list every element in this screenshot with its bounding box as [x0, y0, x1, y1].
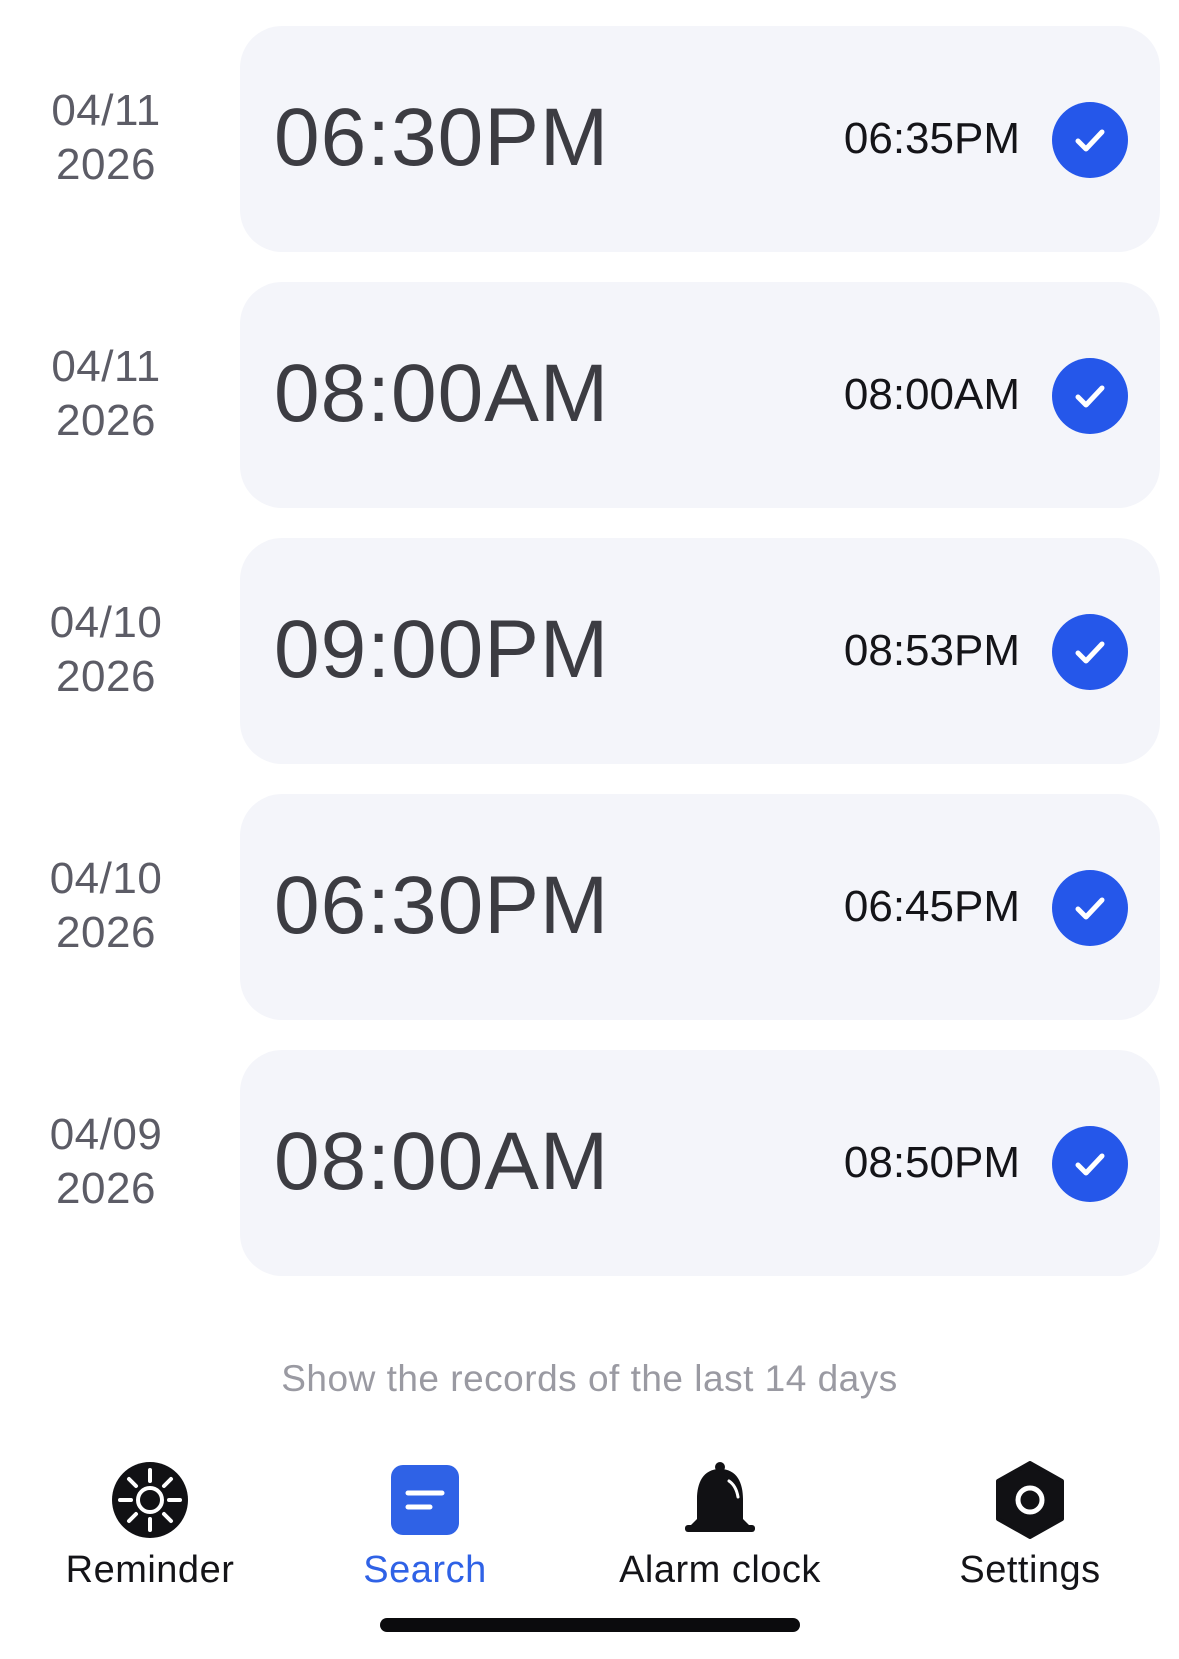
record-card[interactable]: 08:00AM 08:50PM	[240, 1050, 1160, 1276]
scheduled-time: 09:00PM	[274, 604, 610, 695]
tab-label: Settings	[959, 1549, 1101, 1591]
bell-icon	[680, 1460, 760, 1540]
check-icon	[1052, 102, 1128, 178]
record-day: 04/10	[49, 598, 163, 647]
scheduled-time: 08:00AM	[274, 348, 610, 439]
bottom-tab-bar: Reminder Search Alarm clock Settings	[0, 1460, 1179, 1610]
tab-label: Reminder	[65, 1549, 235, 1591]
sun-icon	[110, 1460, 190, 1540]
record-year: 2026	[56, 140, 156, 189]
search-list-icon	[385, 1460, 465, 1540]
record-year: 2026	[56, 908, 156, 957]
scheduled-time: 08:00AM	[274, 1116, 610, 1207]
record-day: 04/11	[51, 86, 161, 135]
tab-settings[interactable]: Settings	[900, 1460, 1160, 1610]
records-range-note: Show the records of the last 14 days	[281, 1358, 898, 1399]
scheduled-time: 06:30PM	[274, 92, 610, 183]
actual-time: 08:53PM	[843, 626, 1020, 675]
record-day: 04/10	[49, 854, 163, 903]
record-item: 04/11 2026 06:30PM 06:35PM	[0, 26, 1179, 252]
record-item: 04/10 2026 06:30PM 06:45PM	[0, 794, 1179, 1020]
record-year: 2026	[56, 652, 156, 701]
record-date: 04/09 2026	[20, 1108, 192, 1216]
record-item: 04/10 2026 09:00PM 08:53PM	[0, 538, 1179, 764]
scheduled-time: 06:30PM	[274, 860, 610, 951]
record-date: 04/10 2026	[20, 596, 192, 704]
tab-search[interactable]: Search	[295, 1460, 555, 1610]
record-date: 04/11 2026	[20, 340, 192, 448]
actual-time: 06:35PM	[843, 114, 1020, 163]
record-date: 04/11 2026	[20, 84, 192, 192]
home-indicator[interactable]	[380, 1618, 800, 1632]
actual-time: 06:45PM	[843, 882, 1020, 931]
tab-label: Search	[363, 1549, 487, 1591]
record-date: 04/10 2026	[20, 852, 192, 960]
actual-time: 08:50PM	[843, 1138, 1020, 1187]
hexagon-settings-icon	[990, 1460, 1070, 1540]
record-card[interactable]: 08:00AM 08:00AM	[240, 282, 1160, 508]
record-card[interactable]: 06:30PM 06:35PM	[240, 26, 1160, 252]
tab-alarm-clock[interactable]: Alarm clock	[590, 1460, 850, 1610]
record-year: 2026	[56, 1164, 156, 1213]
check-icon	[1052, 614, 1128, 690]
actual-time: 08:00AM	[843, 370, 1020, 419]
tab-label: Alarm clock	[619, 1549, 821, 1591]
record-day: 04/09	[49, 1110, 163, 1159]
check-icon	[1052, 358, 1128, 434]
record-day: 04/11	[51, 342, 161, 391]
check-icon	[1052, 870, 1128, 946]
tab-reminder[interactable]: Reminder	[20, 1460, 280, 1610]
record-item: 04/11 2026 08:00AM 08:00AM	[0, 282, 1179, 508]
record-item: 04/09 2026 08:00AM 08:50PM	[0, 1050, 1179, 1276]
check-icon	[1052, 1126, 1128, 1202]
record-card[interactable]: 06:30PM 06:45PM	[240, 794, 1160, 1020]
record-card[interactable]: 09:00PM 08:53PM	[240, 538, 1160, 764]
records-screen: 04/11 2026 06:30PM 06:35PM 04/11 2026 08…	[0, 0, 1179, 1659]
record-year: 2026	[56, 396, 156, 445]
